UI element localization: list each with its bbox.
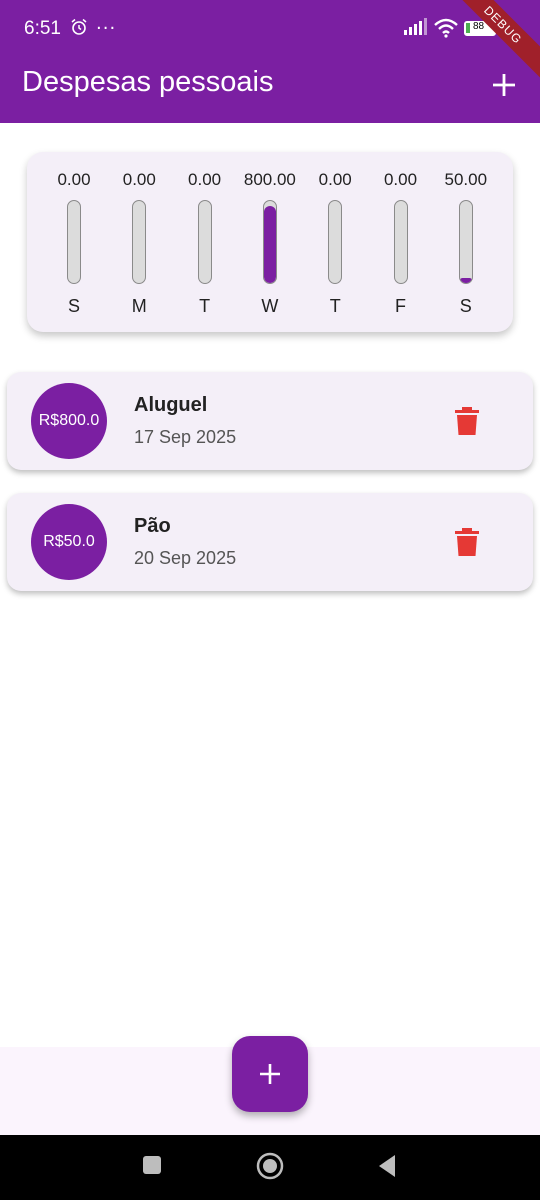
delete-button[interactable] — [453, 527, 481, 557]
transaction-card: R$800.0 Aluguel 17 Sep 2025 — [7, 372, 533, 470]
chart-column: 800.00 W — [235, 152, 305, 332]
delete-button[interactable] — [453, 406, 481, 436]
chart-value-label: 0.00 — [383, 170, 418, 189]
home-button[interactable] — [256, 1152, 284, 1180]
circle-icon — [256, 1152, 284, 1180]
triangle-back-icon — [379, 1155, 395, 1177]
chart-value-label: 800.00 — [243, 170, 296, 189]
chart-day-label: T — [329, 296, 341, 316]
status-bar: 6:51 ··· 88 — [0, 0, 540, 60]
chart-day-label: M — [131, 296, 147, 316]
chart-day-label: W — [261, 296, 279, 316]
transaction-date: 17 Sep 2025 — [134, 427, 237, 447]
plus-icon — [493, 74, 515, 96]
wifi-icon — [434, 18, 458, 38]
chart-bar — [263, 206, 276, 283]
chart-day-label: F — [395, 296, 406, 316]
transaction-title: Aluguel — [134, 394, 208, 416]
weekly-chart: 0.00 S 0.00 M 0.00 T 800.00 W 0.00 T 0.00 F 50.00 S — [27, 152, 513, 332]
chart-column: 50.00 S — [431, 152, 501, 332]
chart-bar-track — [132, 200, 147, 284]
square-icon — [143, 1156, 161, 1174]
chart-value-label: 0.00 — [318, 170, 352, 189]
amount-badge: R$50.0 — [31, 504, 107, 580]
chart-column: 0.00 T — [300, 152, 370, 332]
chart-day-label: S — [67, 296, 80, 316]
chart-bar-track — [458, 200, 473, 284]
system-nav-bar — [0, 1135, 540, 1200]
status-time: 6:51 — [24, 18, 61, 39]
page-title: Despesas pessoais — [22, 66, 274, 98]
chart-bar-track — [328, 200, 343, 284]
chart-bar — [459, 278, 472, 283]
chart-bar-track — [197, 200, 212, 284]
chart-column: 0.00 M — [104, 152, 174, 332]
chart-bar-track — [262, 200, 277, 284]
chart-day-label: S — [459, 296, 472, 316]
app-bar: 6:51 ··· 88 DEBUG Despesas pessoais — [0, 0, 540, 123]
plus-icon — [260, 1064, 280, 1084]
chart-column: 0.00 F — [366, 152, 436, 332]
chart-value-label: 0.00 — [57, 170, 91, 189]
amount-badge: R$800.0 — [31, 383, 107, 459]
add-expense-fab[interactable] — [232, 1036, 308, 1112]
transaction-date: 20 Sep 2025 — [134, 548, 237, 568]
chart-value-label: 0.00 — [122, 170, 156, 189]
signal-icon — [404, 18, 427, 35]
more-notifications-icon: ··· — [96, 18, 117, 39]
back-button[interactable] — [377, 1154, 397, 1178]
chart-column: 0.00 T — [170, 152, 240, 332]
chart-column: 0.00 S — [39, 152, 109, 332]
transaction-title: Pão — [134, 515, 171, 537]
add-expense-button[interactable] — [490, 66, 518, 102]
battery-level: 88 — [473, 21, 485, 32]
recent-apps-button[interactable] — [142, 1155, 162, 1175]
trash-icon — [455, 528, 479, 556]
trash-icon — [455, 407, 479, 435]
chart-bar-track — [67, 200, 81, 284]
chart-value-label: 50.00 — [444, 170, 488, 189]
transaction-card: R$50.0 Pão 20 Sep 2025 — [7, 493, 533, 591]
chart-value-label: 0.00 — [188, 170, 222, 189]
chart-bar-track — [393, 200, 408, 284]
alarm-icon — [71, 18, 87, 35]
chart-day-label: T — [199, 296, 211, 316]
